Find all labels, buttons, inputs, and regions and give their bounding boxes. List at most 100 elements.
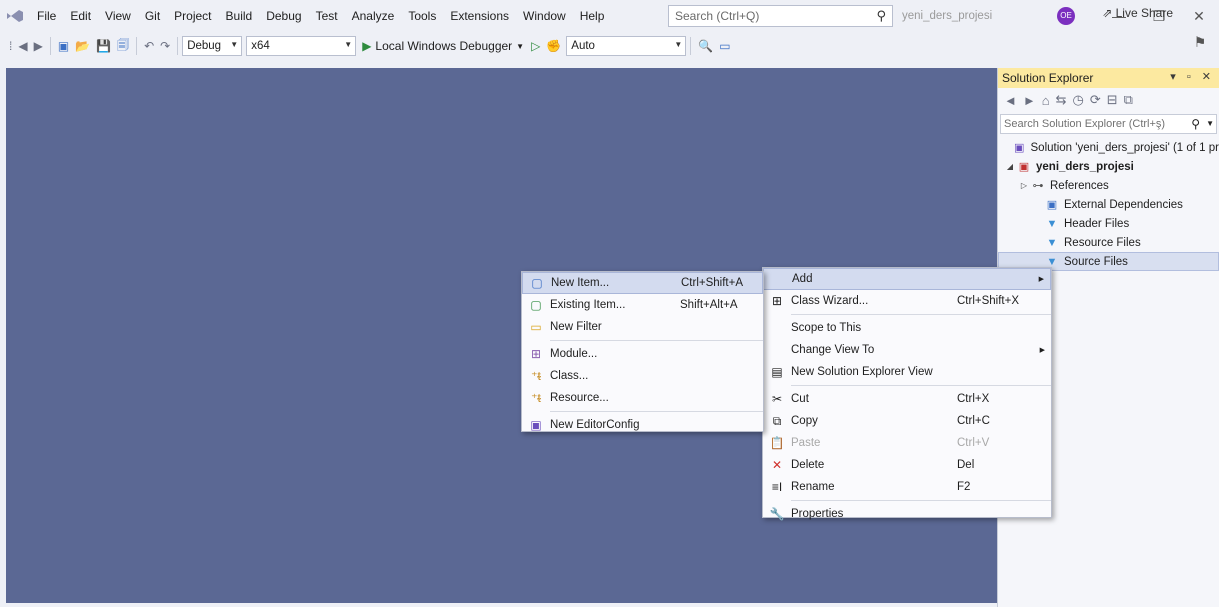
menu-window[interactable]: Window bbox=[516, 0, 573, 32]
configuration-select[interactable]: Debug ▼ bbox=[182, 36, 243, 56]
menu-item-label: Scope to This bbox=[791, 322, 862, 334]
menu-item-resource[interactable]: ⁺ᵵ Resource... bbox=[522, 387, 763, 409]
tree-item-label: Header Files bbox=[1064, 217, 1130, 230]
menu-item-paste[interactable]: 📋 Paste Ctrl+V bbox=[763, 432, 1051, 454]
search-placeholder: Search (Ctrl+Q) bbox=[675, 9, 760, 23]
menu-item-label: Cut bbox=[791, 393, 809, 405]
menu-build[interactable]: Build bbox=[219, 0, 260, 32]
pending-changes-icon[interactable]: ◷ bbox=[1073, 92, 1084, 108]
forward-icon[interactable]: ► bbox=[1023, 93, 1036, 108]
menu-item-properties[interactable]: 🔧 Properties bbox=[763, 503, 1051, 525]
debugger-label: Local Windows Debugger bbox=[375, 39, 513, 53]
menu-item-rename[interactable]: ≡I Rename F2 bbox=[763, 476, 1051, 498]
menu-item-add[interactable]: Add ▶ bbox=[763, 268, 1051, 290]
feedback-icon[interactable]: ⚑ bbox=[1180, 32, 1219, 52]
menu-git[interactable]: Git bbox=[138, 0, 167, 32]
solution-tree: ▣ Solution 'yeni_ders_projesi' (1 of 1 p… bbox=[998, 138, 1219, 271]
menu-tools[interactable]: Tools bbox=[401, 0, 443, 32]
tree-item-references[interactable]: ▷ ⊶ References bbox=[998, 176, 1219, 195]
tree-item-label: External Dependencies bbox=[1064, 198, 1183, 211]
save-icon[interactable]: 💾 bbox=[93, 39, 114, 53]
folder-icon: ▭ bbox=[530, 320, 542, 334]
project-icon: ▣ bbox=[1018, 161, 1030, 173]
menu-separator bbox=[550, 340, 763, 341]
platform-select[interactable]: x64 ▼ bbox=[246, 36, 357, 56]
menu-item-new-item[interactable]: ▢ New Item... Ctrl+Shift+A bbox=[522, 272, 763, 294]
menu-help[interactable]: Help bbox=[573, 0, 612, 32]
tree-item-project[interactable]: ◢ ▣ yeni_ders_projesi bbox=[998, 157, 1219, 176]
menu-item-delete[interactable]: ✕ Delete Del bbox=[763, 454, 1051, 476]
menu-item-scope-to-this[interactable]: Scope to This bbox=[763, 317, 1051, 339]
menu-project[interactable]: Project bbox=[167, 0, 218, 32]
tree-item-solution[interactable]: ▣ Solution 'yeni_ders_projesi' (1 of 1 p… bbox=[998, 138, 1219, 157]
undo-icon[interactable]: ↶ bbox=[141, 39, 157, 53]
menu-item-change-view[interactable]: Change View To ▶ bbox=[763, 339, 1051, 361]
paste-icon: 📋 bbox=[769, 436, 785, 450]
open-file-icon[interactable]: 📂 bbox=[72, 39, 93, 53]
window-layout-icon[interactable]: ▭ bbox=[716, 39, 733, 53]
menu-view[interactable]: View bbox=[98, 0, 138, 32]
chevron-down-icon[interactable]: ▼ bbox=[516, 42, 524, 51]
attach-icon[interactable]: ✊ bbox=[543, 39, 564, 53]
tree-item-header-files[interactable]: ▼ Header Files bbox=[998, 214, 1219, 233]
back-icon[interactable]: ◄ bbox=[1004, 93, 1017, 108]
tree-item-external-dependencies[interactable]: ▣ External Dependencies bbox=[998, 195, 1219, 214]
menu-analyze[interactable]: Analyze bbox=[345, 0, 402, 32]
shortcut-label: Ctrl+Shift+A bbox=[681, 277, 743, 289]
visual-studio-logo-icon[interactable] bbox=[0, 0, 30, 32]
shortcut-label: Ctrl+V bbox=[957, 437, 990, 449]
collapse-all-icon[interactable]: ⊟ bbox=[1107, 92, 1118, 108]
target-select[interactable]: Auto ▼ bbox=[566, 36, 687, 56]
shortcut-label: Ctrl+C bbox=[957, 415, 990, 427]
menu-test[interactable]: Test bbox=[309, 0, 345, 32]
menu-item-label: Rename bbox=[791, 481, 835, 493]
home-icon[interactable]: ⌂ bbox=[1042, 93, 1050, 108]
menu-separator bbox=[791, 385, 1051, 386]
menu-item-new-filter[interactable]: ▭ New Filter bbox=[522, 316, 763, 338]
start-debugging-button[interactable]: ▶ Local Windows Debugger ▼ bbox=[362, 39, 524, 53]
search-icon: ⚲ bbox=[1191, 117, 1200, 131]
new-project-icon[interactable]: ▣ bbox=[55, 39, 72, 53]
menu-debug[interactable]: Debug bbox=[259, 0, 308, 32]
solution-explorer-search-input[interactable]: Search Solution Explorer (Ctrl+ş) ⚲ ▼ bbox=[1000, 114, 1217, 134]
editorconfig-icon: ▣ bbox=[530, 418, 542, 432]
menu-file[interactable]: File bbox=[30, 0, 63, 32]
menu-item-module[interactable]: ⊞ Module... bbox=[522, 343, 763, 365]
filter-folder-icon: ▼ bbox=[1046, 236, 1058, 249]
panel-controls-icon[interactable]: ▾ ▫ ✕ bbox=[1170, 70, 1215, 83]
menu-item-copy[interactable]: ⧉ Copy Ctrl+C bbox=[763, 410, 1051, 432]
back-icon[interactable]: ◀ bbox=[15, 39, 30, 53]
close-icon[interactable]: ✕ bbox=[1179, 0, 1219, 32]
menu-item-class-wizard[interactable]: ⊞ Class Wizard... Ctrl+Shift+X bbox=[763, 290, 1051, 312]
menu-item-label: Existing Item... bbox=[550, 299, 626, 311]
browse-icon[interactable]: 🔍 bbox=[695, 39, 716, 53]
tree-item-label: Source Files bbox=[1064, 255, 1128, 268]
tree-item-resource-files[interactable]: ▼ Resource Files bbox=[998, 233, 1219, 252]
menu-item-new-editorconfig[interactable]: ▣ New EditorConfig bbox=[522, 414, 763, 436]
chevron-down-icon: ▼ bbox=[230, 40, 239, 49]
menu-item-existing-item[interactable]: ▢ Existing Item... Shift+Alt+A bbox=[522, 294, 763, 316]
menu-item-new-solution-explorer-view[interactable]: ▤ New Solution Explorer View bbox=[763, 361, 1051, 383]
expanded-arrow-icon[interactable]: ◢ bbox=[1004, 162, 1016, 171]
live-share-button[interactable]: ⇗ Live Share bbox=[1102, 6, 1173, 20]
chevron-down-icon: ▼ bbox=[674, 40, 683, 49]
menu-edit[interactable]: Edit bbox=[63, 0, 98, 32]
start-without-debugging-icon[interactable]: ▷ bbox=[528, 39, 543, 53]
show-all-files-icon[interactable]: ⧉ bbox=[1124, 92, 1133, 108]
menu-item-label: Class Wizard... bbox=[791, 295, 869, 307]
save-all-icon[interactable]: 🗐 bbox=[114, 36, 132, 57]
redo-icon[interactable]: ↷ bbox=[157, 39, 173, 53]
avatar[interactable]: OE bbox=[1057, 7, 1075, 25]
collapsed-arrow-icon[interactable]: ▷ bbox=[1018, 181, 1030, 190]
switch-views-icon[interactable]: ⇆ bbox=[1056, 92, 1067, 108]
menu-item-class[interactable]: ⁺ᵵ Class... bbox=[522, 365, 763, 387]
forward-icon[interactable]: ▶ bbox=[31, 39, 46, 53]
menu-item-cut[interactable]: ✂ Cut Ctrl+X bbox=[763, 388, 1051, 410]
chevron-down-icon[interactable]: ▼ bbox=[1206, 119, 1214, 128]
search-icon: ⚲ bbox=[876, 8, 886, 23]
sync-icon[interactable]: ⟳ bbox=[1090, 92, 1101, 108]
solution-explorer-title-bar[interactable]: Solution Explorer ▾ ▫ ✕ bbox=[998, 68, 1219, 88]
tree-item-label: Solution 'yeni_ders_projesi' (1 of 1 pr bbox=[1030, 141, 1219, 154]
menu-extensions[interactable]: Extensions bbox=[443, 0, 516, 32]
search-input[interactable]: Search (Ctrl+Q) ⚲ bbox=[668, 5, 893, 27]
